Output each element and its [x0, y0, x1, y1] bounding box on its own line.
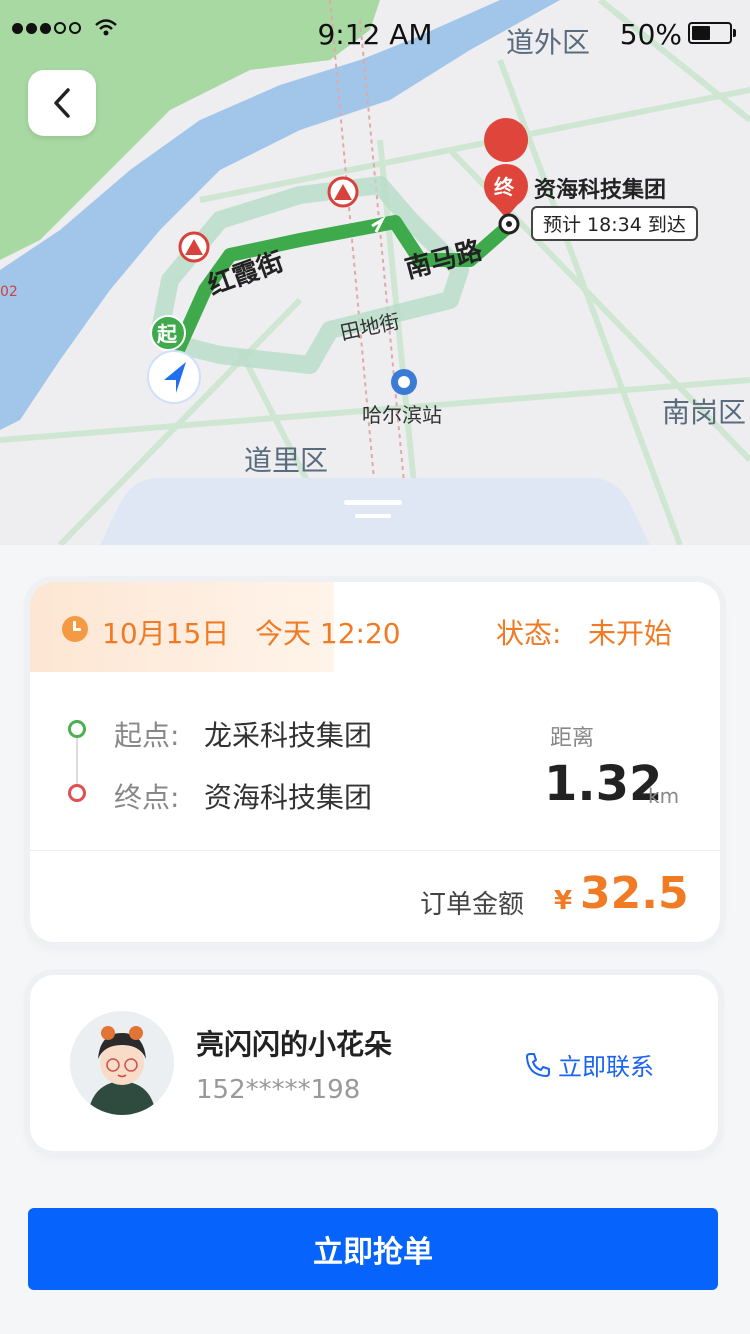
start-marker: 起: [150, 315, 186, 351]
contact-label: 立即联系: [558, 1053, 654, 1081]
destination-label: 资海科技集团: [534, 178, 667, 203]
order-card: 10月15日 今天 12:20 状态: 未开始 起点: 龙采科技集团 终点: 资…: [30, 582, 720, 942]
svg-text:终: 终: [494, 175, 515, 199]
customer-card: 亮闪闪的小花朵 152*****198 立即联系: [30, 975, 718, 1151]
order-time: 今天 12:20: [255, 617, 401, 650]
phone-icon: [526, 1052, 550, 1077]
svg-text:起: 起: [156, 322, 178, 346]
district-label: 道里区: [244, 444, 328, 477]
chevron-left-icon: [54, 88, 70, 118]
clock-icon: [62, 616, 88, 642]
status-bar: 9:12 AM 50%: [0, 0, 750, 64]
end-value: 资海科技集团: [204, 781, 373, 814]
station-label: 哈尔滨站: [362, 403, 442, 427]
divider: [30, 850, 720, 851]
construction-icon: [178, 231, 210, 263]
status-value: 未开始: [588, 617, 673, 650]
map-canvas: 红霞街 南马路 田地街 道外区 南岗区 道里区 02 哈尔滨站 起 终: [0, 0, 750, 545]
eta-badge: 预计 18:34 到达: [531, 206, 698, 241]
distance-unit: km: [648, 784, 680, 808]
battery-percent: 50%: [619, 18, 682, 51]
drawer-handle[interactable]: [344, 500, 402, 505]
contact-button[interactable]: 立即联系: [524, 1047, 654, 1082]
amount-value: 32.5: [580, 868, 689, 919]
distance-value: 1.32: [544, 756, 663, 812]
order-date: 10月15日: [102, 617, 230, 650]
end-dot-icon: [68, 784, 86, 802]
start-value: 龙采科技集团: [204, 719, 373, 752]
customer-name: 亮闪闪的小花朵: [196, 1028, 393, 1061]
district-label: 南岗区: [662, 396, 746, 429]
start-dot-icon: [68, 720, 86, 738]
construction-icon: [327, 176, 359, 208]
grab-order-button[interactable]: 立即抢单: [28, 1208, 718, 1290]
route-connector: [76, 734, 78, 790]
distance-label: 距离: [550, 726, 595, 751]
amount-currency: ¥: [554, 886, 573, 916]
drawer-handle-secondary[interactable]: [355, 514, 391, 518]
back-button[interactable]: [28, 70, 96, 136]
avatar: [70, 1011, 174, 1115]
battery-icon: [688, 22, 736, 44]
customer-phone: 152*****198: [196, 1075, 361, 1105]
current-location-icon: [147, 350, 201, 404]
map-view[interactable]: 红霞街 南马路 田地街 道外区 南岗区 道里区 02 哈尔滨站 起 终 资海科技…: [0, 0, 750, 545]
amount-label: 订单金额: [420, 890, 525, 920]
edge-label: 02: [0, 284, 18, 300]
grab-order-label: 立即抢单: [313, 1235, 433, 1270]
status-label: 状态:: [496, 617, 562, 650]
end-label: 终点:: [114, 781, 180, 814]
start-label: 起点:: [114, 719, 180, 752]
